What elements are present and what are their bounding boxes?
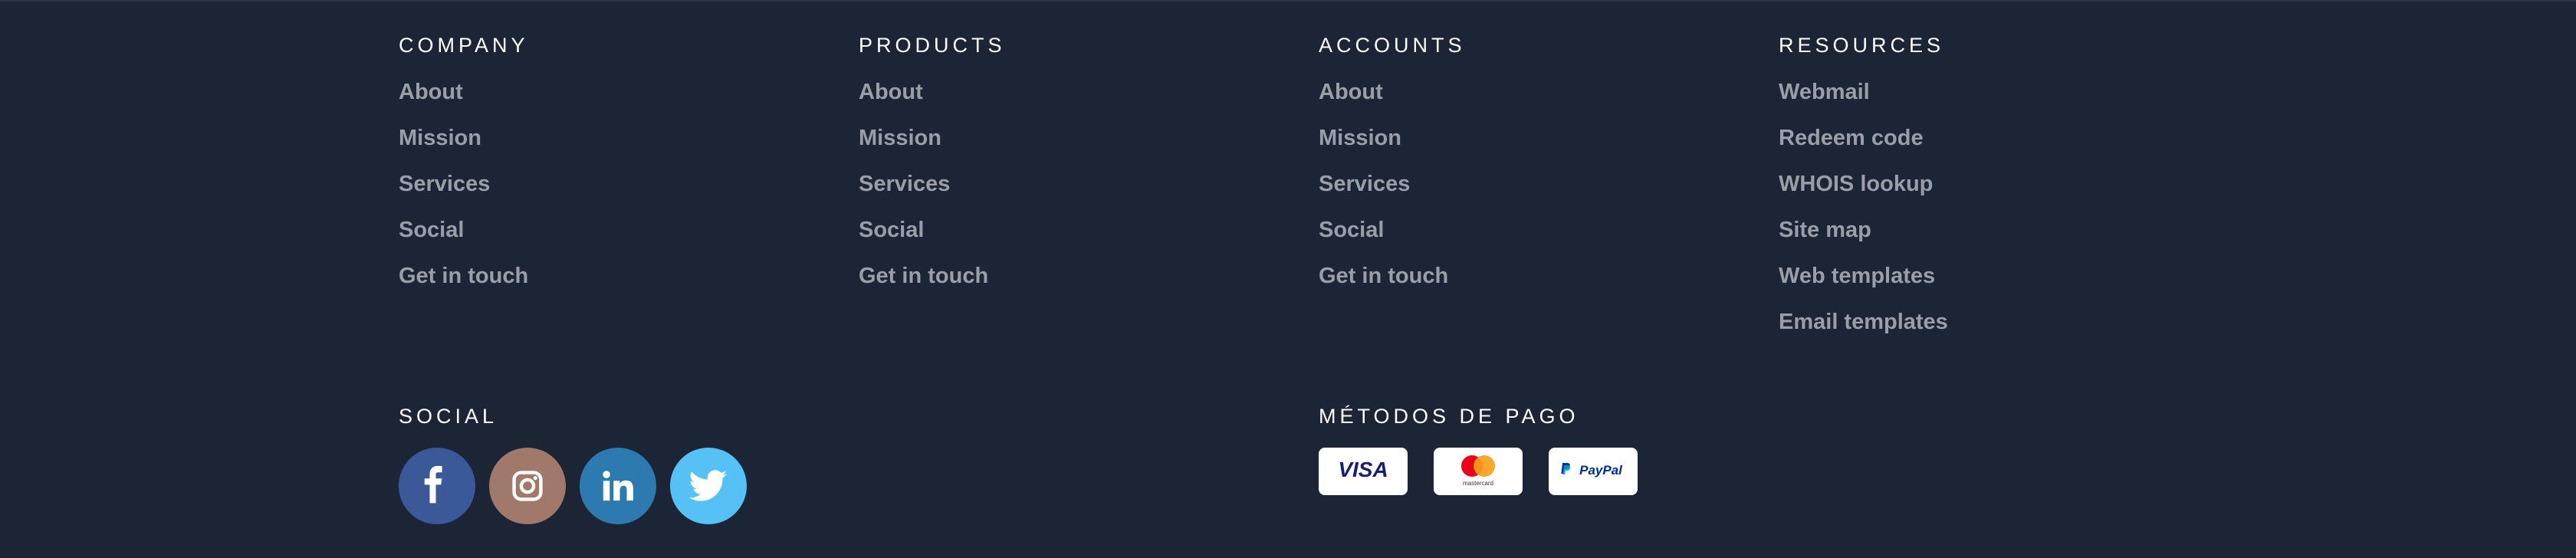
list-item: Get in touch <box>1319 261 1466 307</box>
list-item: Redeem code <box>1779 123 1948 169</box>
footer-link-about[interactable]: About <box>399 80 463 104</box>
twitter-button[interactable] <box>670 448 747 524</box>
list-item: About <box>1319 77 1466 123</box>
list-item: Social <box>1319 215 1466 261</box>
list-item: WHOIS lookup <box>1779 169 1948 215</box>
footer-link-services[interactable]: Services <box>399 172 490 196</box>
column-heading: PRODUCTS <box>859 34 1006 57</box>
link-list: About Mission Services Social Get in tou… <box>859 77 1006 307</box>
list-item: Services <box>1319 169 1466 215</box>
list-item: Email templates <box>1779 307 1948 353</box>
footer-link-social[interactable]: Social <box>399 218 464 242</box>
list-item: Mission <box>859 123 1006 169</box>
payment-icons: VISA mastercard PayPal <box>1319 448 1638 495</box>
footer-link-about[interactable]: About <box>1319 80 1383 104</box>
instagram-icon <box>511 469 544 503</box>
social-section: SOCIAL <box>399 405 747 524</box>
link-list: Webmail Redeem code WHOIS lookup Site ma… <box>1779 77 1948 353</box>
list-item: Mission <box>1319 123 1466 169</box>
list-item: Social <box>859 215 1006 261</box>
footer-link-webmail[interactable]: Webmail <box>1779 80 1870 104</box>
footer-column-products: PRODUCTS About Mission Services Social G… <box>859 34 1006 307</box>
list-item: About <box>859 77 1006 123</box>
list-item: Mission <box>399 123 529 169</box>
list-item: Social <box>399 215 529 261</box>
social-heading: SOCIAL <box>399 405 498 428</box>
list-item: Services <box>859 169 1006 215</box>
footer-link-mission[interactable]: Mission <box>1319 126 1401 150</box>
footer-column-company: COMPANY About Mission Services Social Ge… <box>399 34 529 307</box>
list-item: Get in touch <box>859 261 1006 307</box>
visa-card: VISA <box>1319 448 1408 495</box>
paypal-label: PayPal <box>1579 463 1623 478</box>
link-list: About Mission Services Social Get in tou… <box>1319 77 1466 307</box>
footer-link-about[interactable]: About <box>859 80 923 104</box>
visa-label: VISA <box>1338 458 1388 481</box>
list-item: Web templates <box>1779 261 1948 307</box>
footer-column-resources: RESOURCES Webmail Redeem code WHOIS look… <box>1779 34 1948 353</box>
paypal-icon: PayPal <box>1556 458 1630 485</box>
footer-link-mission[interactable]: Mission <box>859 126 941 150</box>
list-item: Site map <box>1779 215 1948 261</box>
payment-section: MÉTODOS DE PAGO VISA mastercard PayPal <box>1319 405 1638 495</box>
column-heading: ACCOUNTS <box>1319 34 1466 57</box>
mastercard-icon: mastercard <box>1447 451 1509 493</box>
footer-column-accounts: ACCOUNTS About Mission Services Social G… <box>1319 34 1466 307</box>
footer-link-whois-lookup[interactable]: WHOIS lookup <box>1779 172 1933 196</box>
footer-link-web-templates[interactable]: Web templates <box>1779 264 1935 288</box>
list-item: Services <box>399 169 529 215</box>
footer-link-social[interactable]: Social <box>859 218 924 242</box>
column-heading: RESOURCES <box>1779 34 1945 57</box>
footer-link-mission[interactable]: Mission <box>399 126 481 150</box>
footer-link-get-in-touch[interactable]: Get in touch <box>1319 264 1448 288</box>
facebook-icon <box>419 464 455 507</box>
site-footer: COMPANY About Mission Services Social Ge… <box>0 0 2576 558</box>
footer-link-email-templates[interactable]: Email templates <box>1779 310 1948 334</box>
footer-link-services[interactable]: Services <box>859 172 950 196</box>
list-item: Webmail <box>1779 77 1948 123</box>
list-item: About <box>399 77 529 123</box>
list-item: Get in touch <box>399 261 529 307</box>
linkedin-button[interactable] <box>580 448 656 524</box>
mastercard-card: mastercard <box>1434 448 1523 495</box>
column-heading: COMPANY <box>399 34 529 57</box>
footer-link-get-in-touch[interactable]: Get in touch <box>399 264 528 288</box>
link-list: About Mission Services Social Get in tou… <box>399 77 529 307</box>
footer-link-social[interactable]: Social <box>1319 218 1384 242</box>
footer-link-site-map[interactable]: Site map <box>1779 218 1871 242</box>
facebook-button[interactable] <box>399 448 475 524</box>
paypal-card: PayPal <box>1549 448 1638 495</box>
twitter-icon <box>689 470 728 502</box>
payment-heading: MÉTODOS DE PAGO <box>1319 405 1579 428</box>
social-icons <box>399 448 747 524</box>
visa-icon: VISA <box>1332 457 1394 487</box>
footer-link-services[interactable]: Services <box>1319 172 1410 196</box>
instagram-button[interactable] <box>489 448 566 524</box>
footer-link-get-in-touch[interactable]: Get in touch <box>859 264 988 288</box>
mastercard-label: mastercard <box>1463 480 1493 487</box>
linkedin-icon <box>600 468 636 504</box>
footer-link-redeem-code[interactable]: Redeem code <box>1779 126 1924 150</box>
